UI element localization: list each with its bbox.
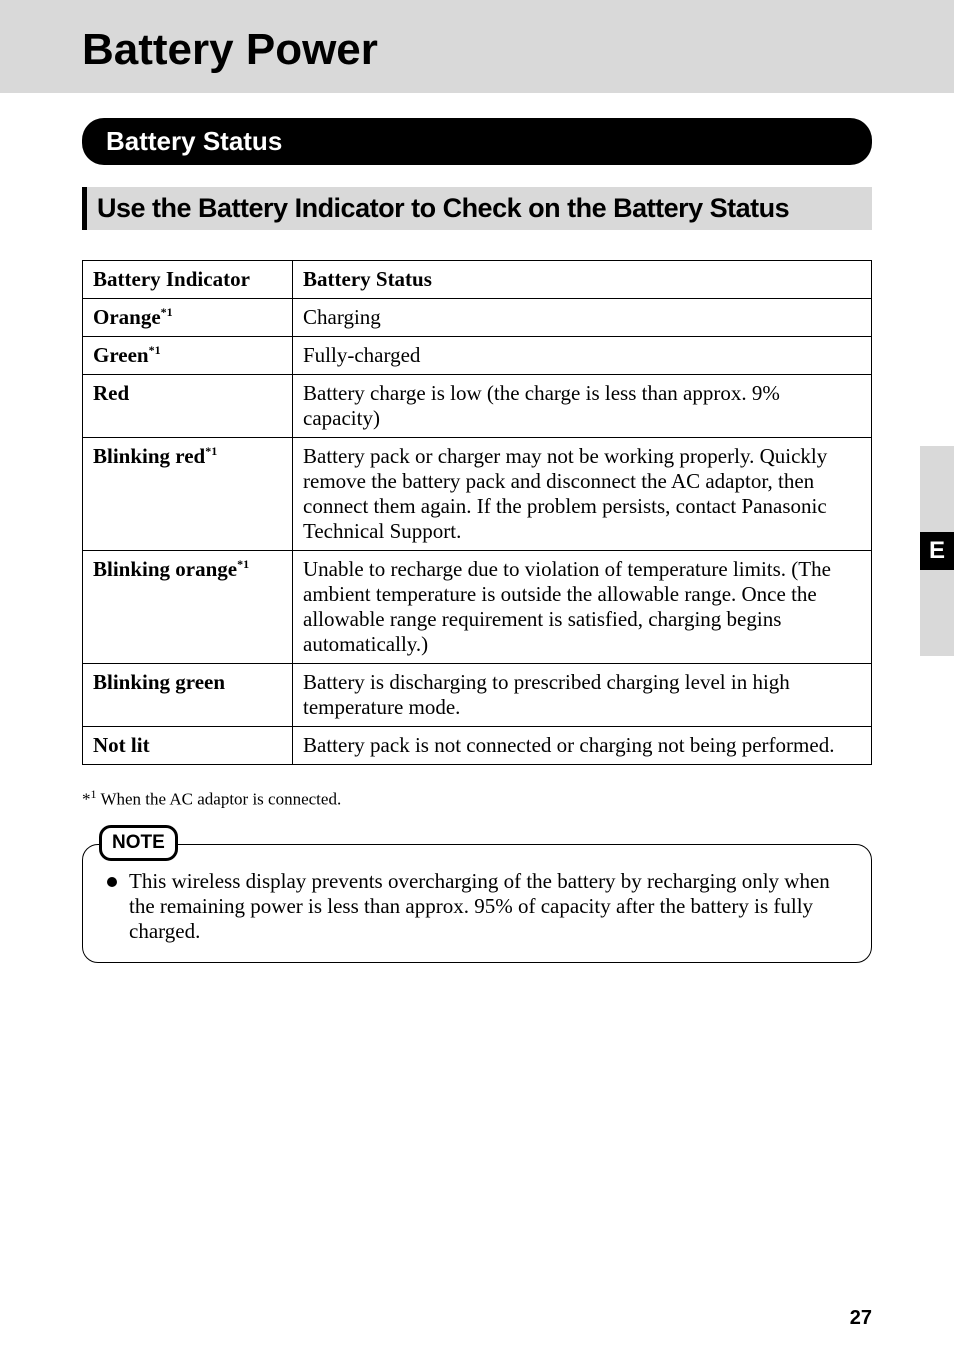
content-area: Battery Status Use the Battery Indicator… bbox=[0, 118, 954, 963]
table-row: Red Battery charge is low (the charge is… bbox=[83, 375, 872, 438]
bullet-icon bbox=[107, 877, 117, 887]
status-cell: Fully-charged bbox=[293, 337, 872, 375]
header-bar: Battery Power bbox=[0, 0, 954, 93]
sub-heading-bar: Use the Battery Indicator to Check on th… bbox=[82, 187, 872, 230]
indicator-cell: Red bbox=[83, 375, 293, 438]
section-heading: Battery Status bbox=[82, 118, 872, 165]
status-cell: Unable to recharge due to violation of t… bbox=[293, 551, 872, 664]
battery-status-table: Battery Indicator Battery Status Orange*… bbox=[82, 260, 872, 765]
indicator-cell: Orange*1 bbox=[83, 299, 293, 337]
note-item: This wireless display prevents overcharg… bbox=[107, 869, 847, 944]
table-row: Orange*1 Charging bbox=[83, 299, 872, 337]
footnote: *1 When the AC adaptor is connected. bbox=[82, 787, 872, 810]
header-indicator: Battery Indicator bbox=[83, 261, 293, 299]
status-cell: Battery pack or charger may not be worki… bbox=[293, 438, 872, 551]
page-title: Battery Power bbox=[82, 25, 954, 75]
table-row: Green*1 Fully-charged bbox=[83, 337, 872, 375]
side-tab-letter: E bbox=[920, 532, 954, 570]
sub-heading: Use the Battery Indicator to Check on th… bbox=[97, 193, 862, 224]
note-label: NOTE bbox=[99, 825, 178, 861]
header-status: Battery Status bbox=[293, 261, 872, 299]
table-row: Not lit Battery pack is not connected or… bbox=[83, 727, 872, 765]
side-tab: E bbox=[920, 446, 954, 656]
status-cell: Battery is discharging to prescribed cha… bbox=[293, 664, 872, 727]
note-text: This wireless display prevents overcharg… bbox=[129, 869, 847, 944]
table-row: Blinking red*1 Battery pack or charger m… bbox=[83, 438, 872, 551]
indicator-cell: Not lit bbox=[83, 727, 293, 765]
table-header-row: Battery Indicator Battery Status bbox=[83, 261, 872, 299]
status-cell: Battery pack is not connected or chargin… bbox=[293, 727, 872, 765]
indicator-cell: Blinking orange*1 bbox=[83, 551, 293, 664]
status-cell: Charging bbox=[293, 299, 872, 337]
indicator-cell: Blinking green bbox=[83, 664, 293, 727]
status-cell: Battery charge is low (the charge is les… bbox=[293, 375, 872, 438]
indicator-cell: Blinking red*1 bbox=[83, 438, 293, 551]
page-number: 27 bbox=[850, 1307, 872, 1330]
table-row: Blinking orange*1 Unable to recharge due… bbox=[83, 551, 872, 664]
note-box: NOTE This wireless display prevents over… bbox=[82, 844, 872, 963]
table-row: Blinking green Battery is discharging to… bbox=[83, 664, 872, 727]
indicator-cell: Green*1 bbox=[83, 337, 293, 375]
